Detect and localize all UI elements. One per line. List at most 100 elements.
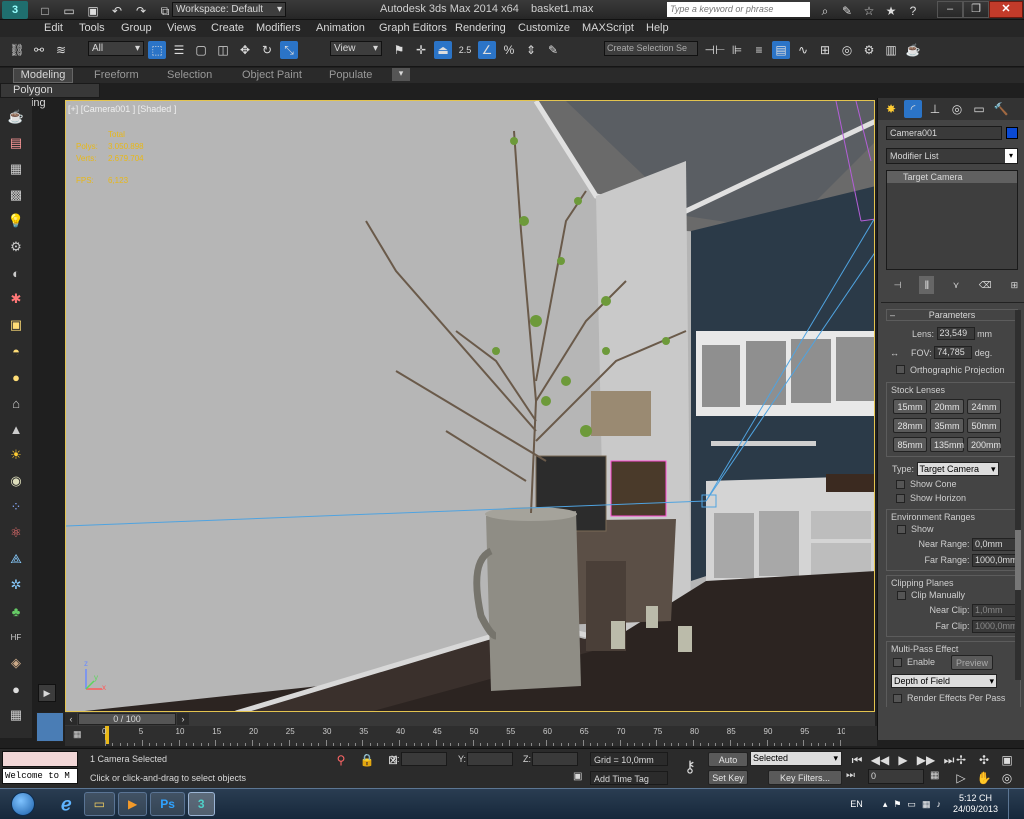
- cage-icon[interactable]: ⌂: [5, 392, 27, 414]
- internet-explorer-icon[interactable]: ℯ: [52, 792, 81, 816]
- orthographic-checkbox[interactable]: [896, 365, 905, 374]
- percent-snap-icon[interactable]: %: [500, 41, 518, 59]
- redo-icon[interactable]: ↷: [132, 2, 150, 20]
- communication-icon[interactable]: ✎: [838, 2, 856, 20]
- network-icon[interactable]: ▦: [922, 799, 931, 810]
- rect-selection-icon[interactable]: ▢: [192, 41, 210, 59]
- far-clip-spinner[interactable]: 1000,0mm: [972, 619, 1018, 633]
- pin-stack-icon[interactable]: ⊣: [890, 276, 905, 294]
- display-icon[interactable]: ▭: [907, 799, 916, 810]
- menu-item-group[interactable]: Group: [121, 22, 152, 34]
- auto-key-button[interactable]: Auto Key: [708, 752, 748, 780]
- z-coordinate-field[interactable]: [532, 752, 578, 766]
- minimize-button[interactable]: –: [937, 1, 963, 18]
- set-key-button[interactable]: Set Key: [708, 770, 748, 785]
- ribbon-panel-polygon-modeling[interactable]: Polygon Modeling: [0, 83, 100, 109]
- menu-item-customize[interactable]: Customize: [518, 22, 570, 34]
- lens-35mm-button[interactable]: 35mm: [930, 418, 964, 433]
- mirror-icon[interactable]: ⊣⊢: [705, 41, 726, 59]
- previous-frame-icon[interactable]: ◀◀: [871, 751, 889, 769]
- modify-tab-icon[interactable]: ◜: [904, 100, 922, 118]
- y-coordinate-field[interactable]: [467, 752, 513, 766]
- fov-spinner[interactable]: 74,785: [934, 346, 973, 359]
- reference-coordinate-dropdown[interactable]: View ▾: [330, 41, 382, 56]
- light-bulb-icon[interactable]: 💡: [5, 210, 27, 232]
- maximize-button[interactable]: ❐: [963, 1, 989, 18]
- sphere-icon[interactable]: ●: [5, 366, 27, 388]
- time-slider-left-arrow[interactable]: ‹: [65, 713, 77, 725]
- play-animation-icon[interactable]: ▶: [38, 684, 56, 702]
- tab-modeling[interactable]: Modeling: [13, 68, 73, 83]
- near-clip-spinner[interactable]: 1,0mm: [972, 603, 1016, 617]
- window-crossing-icon[interactable]: ◫: [214, 41, 232, 59]
- help-icon[interactable]: ?: [904, 2, 922, 20]
- plant-icon[interactable]: ♣: [5, 600, 27, 622]
- align-icon[interactable]: ⊫: [728, 41, 746, 59]
- edit-named-selection-icon[interactable]: ✎: [544, 41, 562, 59]
- language-indicator[interactable]: EN: [850, 799, 863, 809]
- scene-explorer-icon[interactable]: ▤: [772, 41, 790, 59]
- env-show-checkbox[interactable]: [897, 524, 906, 534]
- curve-editor-icon[interactable]: ∿: [794, 41, 812, 59]
- menu-item-animation[interactable]: Animation: [316, 22, 365, 34]
- lens-50mm-button[interactable]: 50mm: [967, 418, 1001, 433]
- layout-icon[interactable]: ▦: [5, 704, 27, 726]
- calculator-icon[interactable]: ▦: [5, 158, 27, 180]
- object-name-field[interactable]: Camera001: [886, 126, 1002, 140]
- parameters-rollout-header[interactable]: – Parameters: [886, 309, 1018, 321]
- menu-item-views[interactable]: Views: [167, 22, 196, 34]
- tab-object-paint[interactable]: Object Paint: [242, 69, 302, 81]
- menu-item-create[interactable]: Create: [211, 22, 244, 34]
- grid-icon[interactable]: ▩: [5, 184, 27, 206]
- modifier-list-dropdown[interactable]: Modifier List ▾: [886, 148, 1018, 164]
- move-icon[interactable]: ✥: [236, 41, 254, 59]
- show-end-result-icon[interactable]: ‖: [919, 276, 935, 294]
- link-icon[interactable]: ⛓: [8, 41, 26, 59]
- lens-200mm-button[interactable]: 200mm: [967, 437, 1001, 452]
- sun-icon[interactable]: ☀: [5, 444, 27, 466]
- save-icon[interactable]: ▣: [84, 2, 102, 20]
- app-logo-icon[interactable]: 3: [2, 1, 28, 19]
- select-by-name-icon[interactable]: ☰: [170, 41, 188, 59]
- motion-tab-icon[interactable]: ◎: [948, 100, 966, 118]
- zoom-extents-icon[interactable]: ▣: [998, 751, 1016, 769]
- viewport-label[interactable]: [+] [Camera001 ] [Shaded ]: [68, 104, 176, 114]
- lens-20mm-button[interactable]: 20mm: [930, 399, 964, 414]
- show-horizon-checkbox[interactable]: [896, 493, 905, 503]
- rotate-icon[interactable]: ↻: [258, 41, 276, 59]
- command-panel-scrollbar[interactable]: [1015, 310, 1021, 680]
- lens-15mm-button[interactable]: 15mm: [893, 399, 927, 414]
- volume-icon[interactable]: ♪: [936, 799, 941, 809]
- zoom-all-icon[interactable]: ✣: [975, 751, 993, 769]
- script-icon[interactable]: ▤: [5, 132, 27, 154]
- maxscript-listener[interactable]: Welcome to M: [2, 768, 78, 784]
- shell-icon[interactable]: ◈: [5, 652, 27, 674]
- material-editor-icon[interactable]: ◎: [838, 41, 856, 59]
- gears-icon[interactable]: ⚙: [5, 236, 27, 258]
- key-mode-toggle-icon[interactable]: ⏭: [846, 770, 855, 781]
- menu-item-edit[interactable]: Edit: [44, 22, 63, 34]
- orbit-icon[interactable]: ◎: [998, 769, 1016, 787]
- play-icon[interactable]: ▶: [894, 751, 912, 769]
- current-frame-field[interactable]: 0: [868, 769, 924, 784]
- time-tag-icon[interactable]: ▣: [573, 771, 582, 782]
- tray-chevron-icon[interactable]: ▴: [883, 799, 888, 810]
- camera-type-dropdown[interactable]: Target Camera ▾: [916, 461, 999, 476]
- time-slider-right-arrow[interactable]: ›: [177, 713, 189, 725]
- scale-icon[interactable]: ⤡: [280, 41, 298, 59]
- tab-populate[interactable]: Populate: [329, 69, 372, 81]
- workspace-dropdown[interactable]: Workspace: Default ▾: [172, 2, 286, 17]
- lock-selection-icon[interactable]: 🔒: [358, 751, 376, 769]
- key-filters-button[interactable]: Key Filters...: [768, 770, 842, 785]
- near-range-spinner[interactable]: 0,0mm: [972, 537, 1016, 551]
- manipulate-icon[interactable]: ✛: [412, 41, 430, 59]
- object-color-swatch[interactable]: [1006, 127, 1018, 139]
- configure-sets-icon[interactable]: ⊞: [1007, 276, 1022, 294]
- undo-icon[interactable]: ↶: [108, 2, 126, 20]
- bind-space-warp-icon[interactable]: ≋: [52, 41, 70, 59]
- clip-manually-checkbox[interactable]: [897, 590, 906, 600]
- zoom-icon[interactable]: ✢: [952, 751, 970, 769]
- lens-28mm-button[interactable]: 28mm: [893, 418, 927, 433]
- hair-icon[interactable]: HF: [5, 626, 27, 648]
- track-bar[interactable]: ▦ 0 5 10 15 20 25 30 35 40 45 50 55 60 65 70 75 80 85 90 95…: [65, 726, 850, 746]
